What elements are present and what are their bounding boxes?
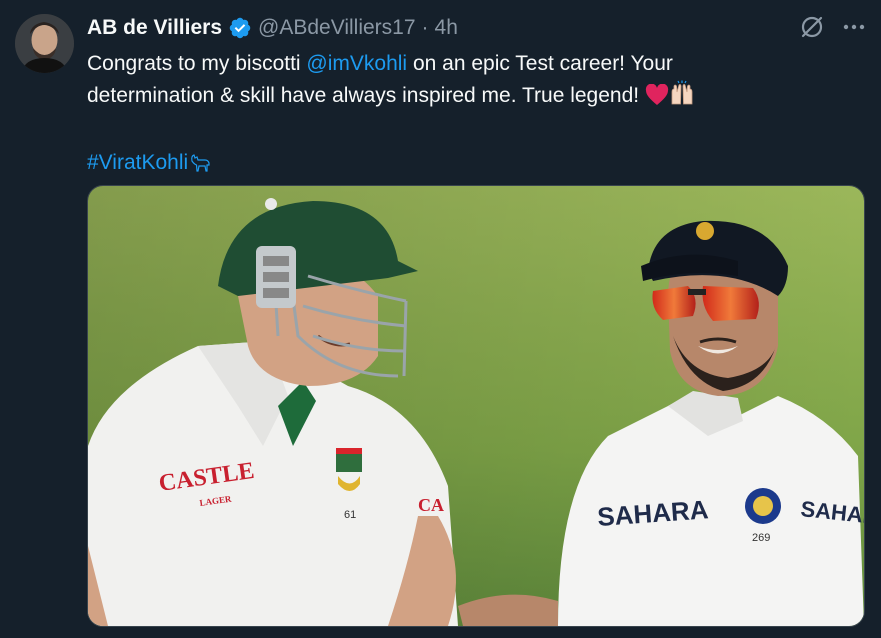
avatar-image xyxy=(15,14,74,73)
red-heart-icon xyxy=(645,83,669,116)
text-before-mention: Congrats to my biscotti xyxy=(87,52,307,75)
verified-badge-icon xyxy=(222,16,258,40)
tweet-photo[interactable]: CASTLE LAGER 61 CA SAHARA SAHAR 269 xyxy=(87,185,865,627)
mention-link[interactable]: @imVkohli xyxy=(306,52,407,75)
author-name[interactable]: AB de Villiers xyxy=(87,16,222,40)
hashtag-line: #ViratKohli xyxy=(87,147,787,179)
tweet-paragraph: Congrats to my biscotti @imVkohli on an … xyxy=(87,48,787,116)
tweet-text: Congrats to my biscotti @imVkohli on an … xyxy=(87,48,787,179)
timestamp[interactable]: 4h xyxy=(435,16,458,40)
more-icon[interactable] xyxy=(843,16,865,38)
tweet[interactable]: AB de Villiers @ABdeVilliers17 · 4h Cong… xyxy=(0,0,881,638)
header-actions xyxy=(799,14,865,40)
author-handle[interactable]: @ABdeVilliers17 xyxy=(258,16,416,40)
raising-hands-icon xyxy=(669,80,695,116)
avatar[interactable] xyxy=(15,14,74,73)
tweet-header: AB de Villiers @ABdeVilliers17 · 4h xyxy=(87,14,458,42)
right-player-number: 269 xyxy=(752,532,770,544)
separator-dot: · xyxy=(421,16,429,39)
goat-icon xyxy=(189,152,211,174)
grok-icon[interactable] xyxy=(799,14,825,40)
left-player-number: 61 xyxy=(344,509,356,521)
hashtag-link[interactable]: #ViratKohli xyxy=(87,147,188,179)
left-partial-sponsor: CA xyxy=(418,495,444,515)
